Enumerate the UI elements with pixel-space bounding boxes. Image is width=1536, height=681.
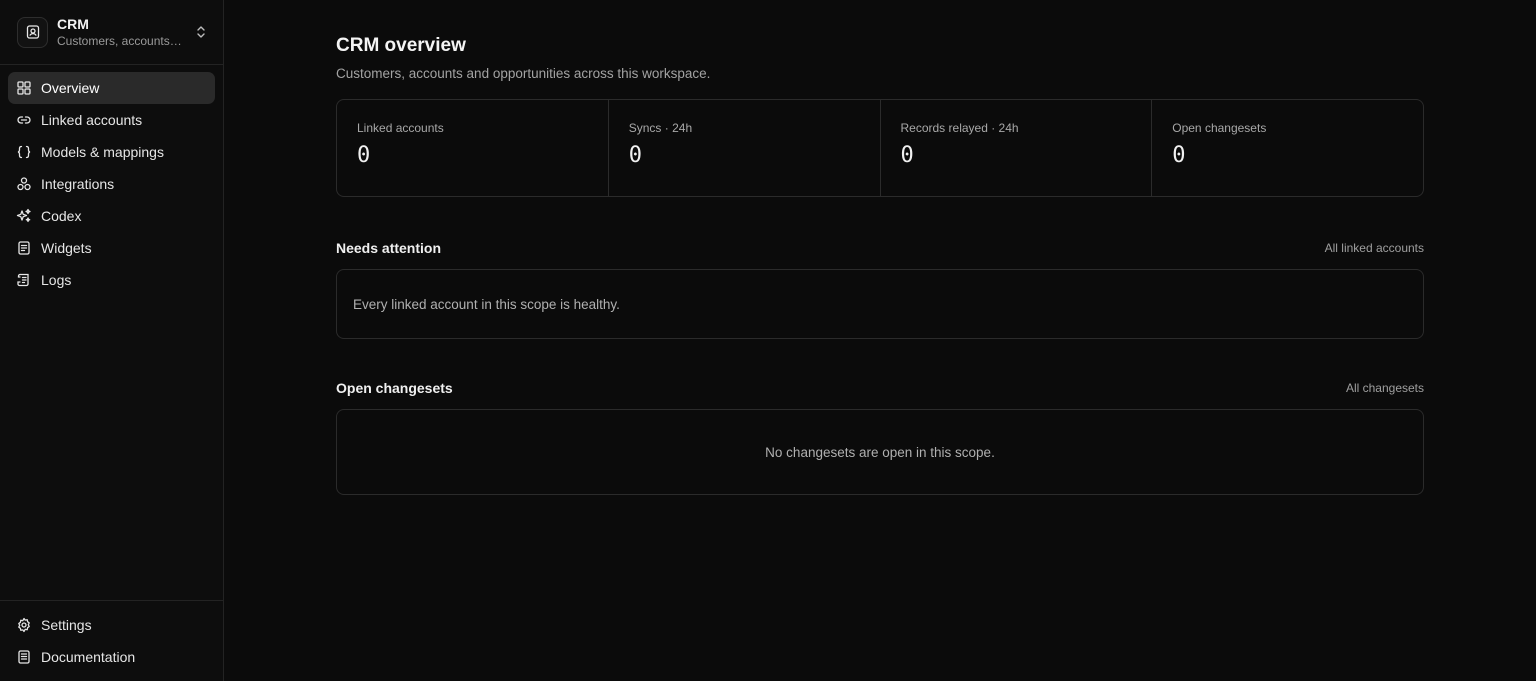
stat-value: 0 <box>357 143 371 168</box>
sidebar-item-documentation[interactable]: Documentation <box>8 641 215 673</box>
stat-syncs: Syncs · 24h 0 <box>609 100 881 196</box>
sidebar-item-settings[interactable]: Settings <box>8 609 215 641</box>
all-changesets-link[interactable]: All changesets <box>1346 381 1424 395</box>
sidebar-item-label: Models & mappings <box>41 144 164 160</box>
sidebar-item-label: Codex <box>41 208 82 224</box>
empty-state-text: Every linked account in this scope is he… <box>353 296 620 312</box>
stat-label: Linked accounts <box>357 121 444 135</box>
attention-panel: Every linked account in this scope is he… <box>336 269 1424 339</box>
stat-open-changesets: Open changesets 0 <box>1152 100 1423 196</box>
stat-value: 0 <box>1172 143 1186 168</box>
main-content: CRM overview Customers, accounts and opp… <box>224 0 1536 681</box>
chevron-up-down-icon <box>195 25 207 39</box>
page-subtitle: Customers, accounts and opportunities ac… <box>336 66 711 81</box>
stat-records-relayed: Records relayed · 24h 0 <box>881 100 1153 196</box>
sidebar-nav: Overview Linked accounts Models & mappin… <box>0 65 223 303</box>
sidebar-item-models-mappings[interactable]: Models & mappings <box>8 136 215 168</box>
gear-icon <box>16 617 32 633</box>
stat-label: Records relayed · 24h <box>900 121 1019 135</box>
stat-label: Open changesets <box>1172 121 1267 135</box>
braces-icon <box>16 144 32 160</box>
contact-card-icon <box>17 16 48 48</box>
stat-label: Syncs · 24h <box>628 121 693 135</box>
all-linked-accounts-link[interactable]: All linked accounts <box>1325 241 1424 255</box>
workspace-subtitle: Customers, accounts and opportunities ac… <box>57 33 185 48</box>
sidebar-item-label: Documentation <box>41 649 136 665</box>
sidebar-item-label: Overview <box>41 80 100 96</box>
sidebar-item-widgets[interactable]: Widgets <box>8 232 215 264</box>
workspace-text: CRM Customers, accounts and opportunitie… <box>57 16 186 49</box>
sidebar-item-label: Logs <box>41 272 72 288</box>
sidebar-item-integrations[interactable]: Integrations <box>8 168 215 200</box>
section-header: Needs attention All linked accounts <box>336 237 1424 259</box>
sidebar-item-codex[interactable]: Codex <box>8 200 215 232</box>
link-icon <box>16 112 32 128</box>
empty-state-text: No changesets are open in this scope. <box>765 444 995 460</box>
sidebar: CRM Customers, accounts and opportunitie… <box>0 0 224 681</box>
sidebar-item-linked-accounts[interactable]: Linked accounts <box>8 104 215 136</box>
stats-card: Linked accounts 0 Syncs · 24h 0 Records … <box>336 99 1424 197</box>
sidebar-item-label: Linked accounts <box>41 112 143 128</box>
workspace-name: CRM <box>57 15 89 32</box>
integrations-icon <box>16 176 32 192</box>
sidebar-item-label: Widgets <box>41 240 92 256</box>
page-title: CRM overview <box>336 35 466 56</box>
widget-icon <box>16 240 32 256</box>
sidebar-item-logs[interactable]: Logs <box>8 264 215 296</box>
logs-icon <box>16 272 32 288</box>
changesets-panel: No changesets are open in this scope. <box>336 409 1424 495</box>
sidebar-item-label: Settings <box>41 617 92 633</box>
app-shell: CRM Customers, accounts and opportunitie… <box>0 0 1536 681</box>
open-changesets-section: Open changesets All changesets No change… <box>336 377 1424 495</box>
needs-attention-section: Needs attention All linked accounts Ever… <box>336 237 1424 339</box>
section-header: Open changesets All changesets <box>336 377 1424 399</box>
book-icon <box>16 649 32 665</box>
sidebar-footer: Settings Documentation <box>0 600 223 681</box>
workspace-switcher[interactable]: CRM Customers, accounts and opportunitie… <box>0 0 223 65</box>
grid-icon <box>16 80 32 96</box>
sidebar-item-overview[interactable]: Overview <box>8 72 215 104</box>
sidebar-item-label: Integrations <box>41 176 115 192</box>
stat-value: 0 <box>628 143 642 168</box>
stat-linked-accounts: Linked accounts 0 <box>337 100 609 196</box>
section-title: Needs attention <box>336 240 442 256</box>
sparkles-icon <box>16 208 32 224</box>
stat-value: 0 <box>900 143 914 168</box>
section-title: Open changesets <box>336 380 453 396</box>
